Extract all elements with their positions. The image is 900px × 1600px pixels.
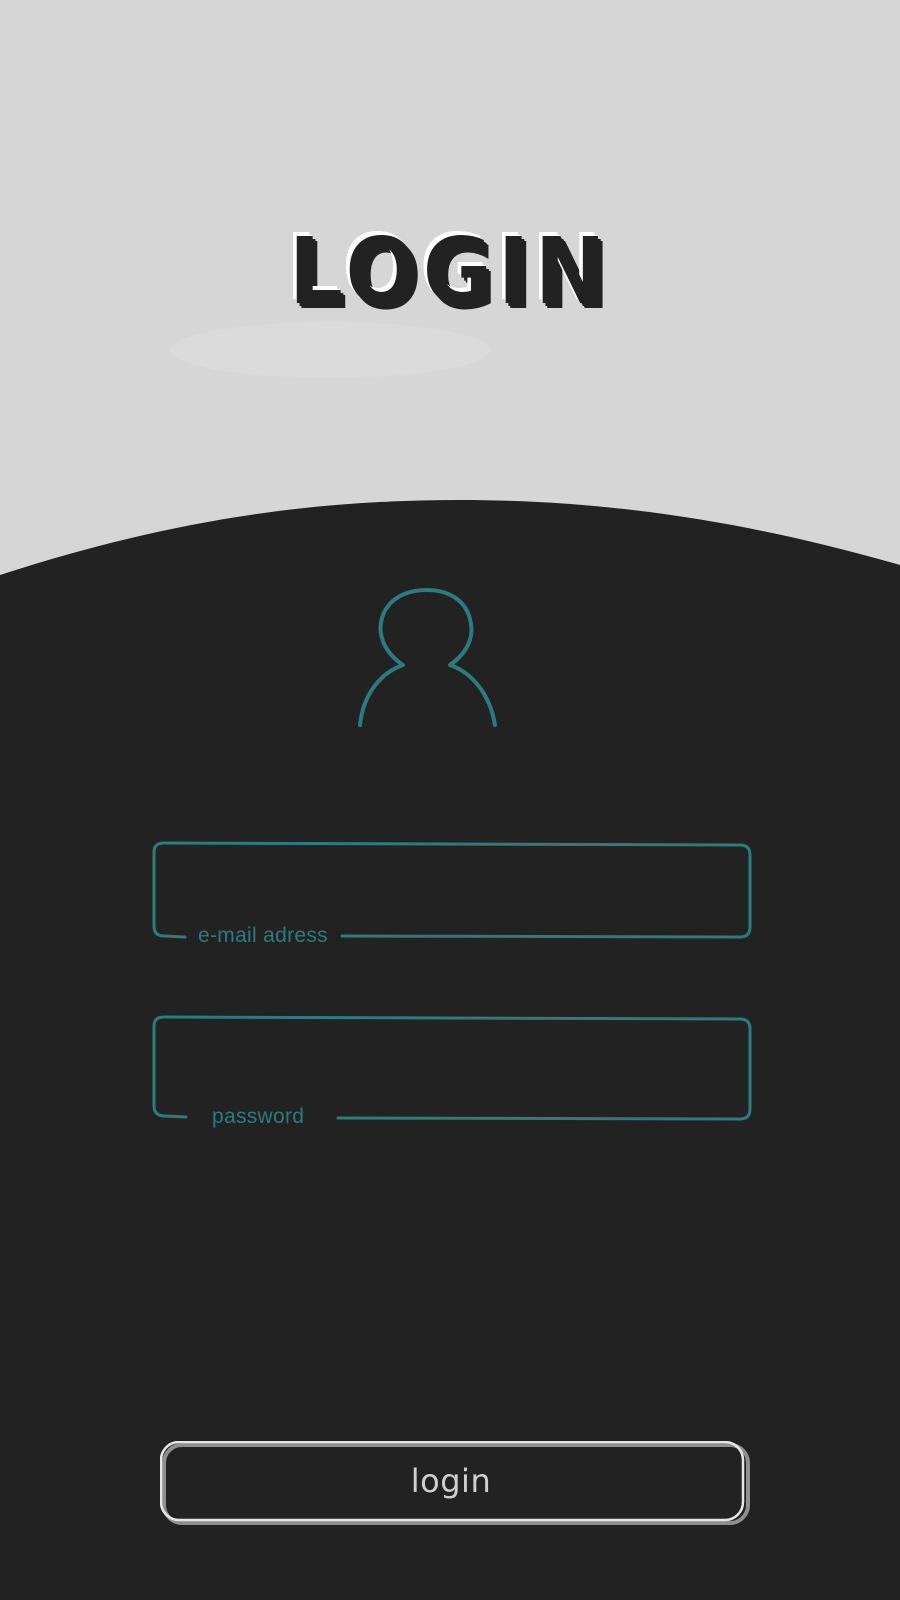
header: LOGIN — [0, 222, 900, 332]
login-button[interactable]: login — [160, 1441, 752, 1526]
password-label: password — [212, 1105, 305, 1128]
email-input[interactable] — [172, 854, 731, 910]
page-title: LOGIN — [288, 218, 612, 325]
user-icon — [358, 588, 497, 727]
login-screen: LOGIN e-mail adress password login — [0, 0, 900, 1600]
email-field[interactable]: e-mail adress — [152, 840, 752, 947]
email-label: e-mail adress — [198, 924, 328, 947]
password-input[interactable] — [172, 1028, 731, 1084]
password-field[interactable]: password — [152, 1014, 752, 1128]
login-button-label: login — [410, 1462, 492, 1500]
